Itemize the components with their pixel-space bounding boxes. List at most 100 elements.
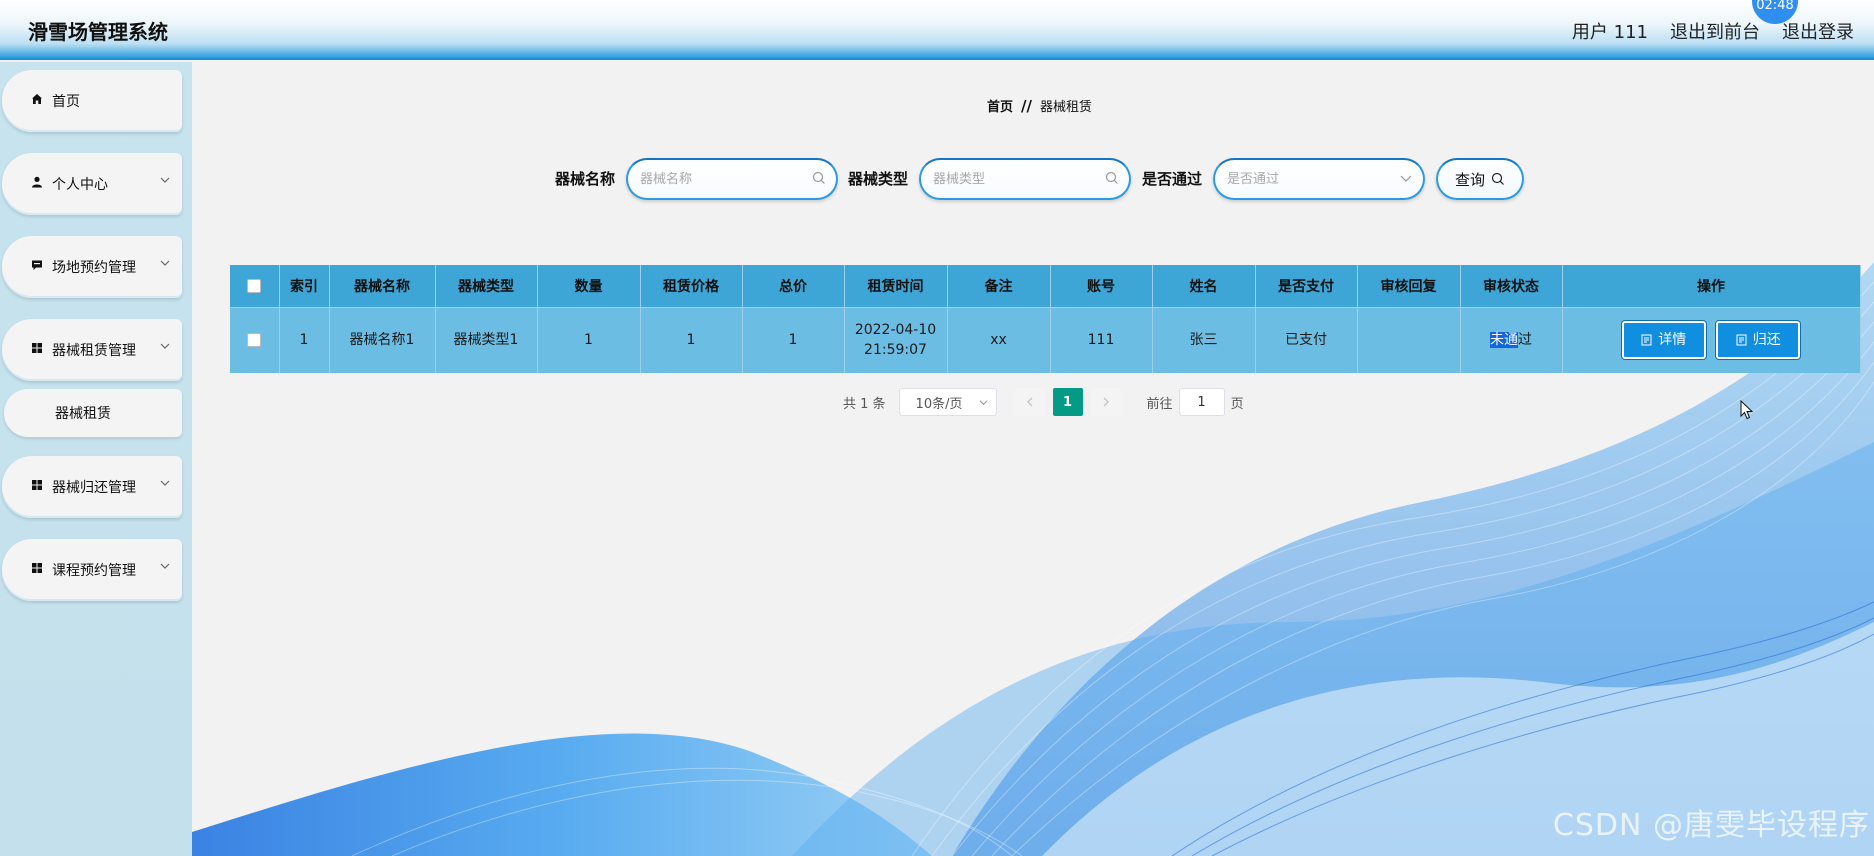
return-button[interactable]: 归还 [1716, 321, 1801, 360]
cell-index: 1 [279, 307, 330, 373]
chevron-left-icon [1026, 397, 1033, 407]
column-header[interactable]: 租赁价格 [640, 265, 743, 308]
chevron-down-icon [160, 343, 170, 349]
return-button-label: 归还 [1752, 332, 1781, 349]
next-page-button[interactable] [1090, 388, 1121, 416]
cell-quantity: 1 [537, 307, 641, 373]
cell-remark: xx [947, 307, 1051, 373]
row-checkbox[interactable] [247, 333, 262, 348]
chevron-down-icon [160, 563, 170, 569]
page-size-select[interactable]: 10条/页 [898, 388, 997, 416]
cell-rental-time: 2022-04-10 21:59:07 [844, 307, 948, 373]
cell-name: 张三 [1152, 307, 1256, 373]
sidebar-item-label: 首页 [52, 94, 80, 110]
equipment-name-field[interactable] [626, 158, 838, 200]
cell-rental-price: 1 [640, 307, 743, 373]
approved-select[interactable] [1213, 158, 1425, 200]
column-header[interactable]: 索引 [279, 265, 330, 308]
breadcrumb: 首页 // 器械租赁 [987, 96, 1092, 116]
search-icon [1105, 171, 1118, 184]
sidebar-subitem-label: 器械租赁 [55, 406, 111, 422]
column-header[interactable]: 器械类型 [435, 265, 538, 308]
prev-page-button[interactable] [1014, 388, 1045, 416]
goto-label: 前往 [1146, 396, 1173, 412]
goto-page-input[interactable] [1178, 388, 1225, 416]
column-header[interactable]: 备注 [947, 265, 1051, 308]
goto-page: 前往 页 [1147, 388, 1244, 416]
grid-icon [28, 562, 46, 578]
detail-button[interactable]: 详情 [1621, 321, 1706, 360]
main-content: 首页 // 器械租赁 器械名称 器械类型 是否通过 查询 [192, 62, 1874, 856]
app-title: 滑雪场管理系统 [28, 20, 168, 44]
column-header[interactable]: 总价 [742, 265, 845, 308]
column-header[interactable]: 数量 [537, 265, 641, 308]
select-all-cell [230, 265, 280, 308]
query-button-label: 查询 [1454, 170, 1485, 189]
chevron-down-icon [979, 400, 988, 406]
table-header-row: 索引 器械名称 器械类型 数量 租赁价格 总价 租赁时间 备注 账号 姓名 是否… [230, 265, 1861, 308]
equipment-type-field[interactable] [919, 158, 1131, 200]
sidebar-item-label: 场地预约管理 [52, 260, 136, 276]
chevron-down-icon [1400, 175, 1412, 182]
breadcrumb-home[interactable]: 首页 [987, 96, 1013, 115]
sidebar-item-personal-center[interactable]: 个人中心 [2, 153, 182, 215]
rental-date: 2022-04-10 [854, 322, 937, 339]
column-header[interactable]: 账号 [1050, 265, 1153, 308]
column-header[interactable]: 审核状态 [1460, 265, 1563, 308]
column-header[interactable]: 租赁时间 [844, 265, 948, 308]
header-actions: 用户 111 退出到前台 退出登录 [1572, 18, 1854, 44]
document-icon [1641, 334, 1652, 346]
approved-label: 是否通过 [1142, 170, 1203, 188]
sidebar: 首页 个人中心 场地预约管理 器械租赁管理 器械租赁 器械归还管理 课程预约管理 [0, 62, 192, 856]
table-row[interactable]: 1 器械名称1 器械类型1 1 1 1 2022-04-10 21:59:07 … [230, 307, 1861, 373]
chevron-right-icon [1103, 397, 1109, 407]
chevron-down-icon [160, 177, 170, 183]
cell-account: 111 [1050, 307, 1153, 373]
approved-select-input[interactable] [1227, 168, 1397, 190]
column-header[interactable]: 是否支付 [1255, 265, 1358, 308]
row-select-cell [230, 307, 280, 373]
user-icon [28, 176, 46, 192]
select-all-checkbox[interactable] [247, 278, 262, 293]
message-icon [28, 259, 46, 275]
sidebar-item-home[interactable]: 首页 [2, 70, 182, 132]
cell-actions: 详情 归还 [1562, 307, 1861, 373]
equipment-name-label: 器械名称 [555, 170, 616, 188]
chevron-down-icon [160, 260, 170, 266]
column-header[interactable]: 审核回复 [1357, 265, 1461, 308]
cell-equipment-type: 器械类型1 [435, 307, 538, 373]
pagination-total: 共 1 条 [843, 396, 886, 412]
chevron-down-icon [160, 480, 170, 486]
cell-paid: 已支付 [1255, 307, 1358, 373]
current-user: 用户 111 [1571, 22, 1648, 43]
goto-unit: 页 [1230, 396, 1244, 412]
rental-table: 索引 器械名称 器械类型 数量 租赁价格 总价 租赁时间 备注 账号 姓名 是否… [230, 265, 1861, 373]
equipment-name-input[interactable] [640, 168, 810, 190]
sidebar-item-venue-booking[interactable]: 场地预约管理 [2, 236, 182, 298]
equipment-type-input[interactable] [933, 168, 1103, 190]
logout-link[interactable]: 退出登录 [1782, 18, 1854, 44]
cell-review-status: 未通过 [1460, 307, 1563, 373]
search-icon [1491, 172, 1504, 185]
sidebar-subitem-equipment-rental[interactable]: 器械租赁 [4, 389, 182, 437]
watermark: CSDN @唐雯毕设程序 [1552, 808, 1870, 843]
column-header[interactable]: 姓名 [1152, 265, 1256, 308]
sidebar-item-label: 器械租赁管理 [52, 343, 136, 359]
equipment-type-label: 器械类型 [848, 170, 909, 188]
rental-clock: 21:59:07 [864, 342, 927, 359]
page-number-current[interactable]: 1 [1052, 388, 1083, 416]
back-to-front-link[interactable]: 退出到前台 [1670, 18, 1760, 44]
sidebar-item-label: 器械归还管理 [52, 480, 136, 496]
home-icon [28, 93, 46, 109]
query-button[interactable]: 查询 [1436, 158, 1524, 200]
sidebar-item-course-booking[interactable]: 课程预约管理 [2, 539, 182, 601]
top-header: 滑雪场管理系统 02:48 用户 111 退出到前台 退出登录 [0, 0, 1874, 60]
sidebar-item-equipment-return[interactable]: 器械归还管理 [2, 456, 182, 518]
sidebar-item-label: 课程预约管理 [52, 563, 136, 579]
pagination: 共 1 条 10条/页 1 前往 页 [843, 388, 1244, 416]
sidebar-item-equipment-rental[interactable]: 器械租赁管理 [2, 319, 182, 381]
page-size-value: 10条/页 [915, 396, 963, 412]
column-header[interactable]: 器械名称 [329, 265, 436, 308]
status-selected-text: 未通 [1490, 332, 1518, 349]
document-icon [1736, 334, 1747, 346]
